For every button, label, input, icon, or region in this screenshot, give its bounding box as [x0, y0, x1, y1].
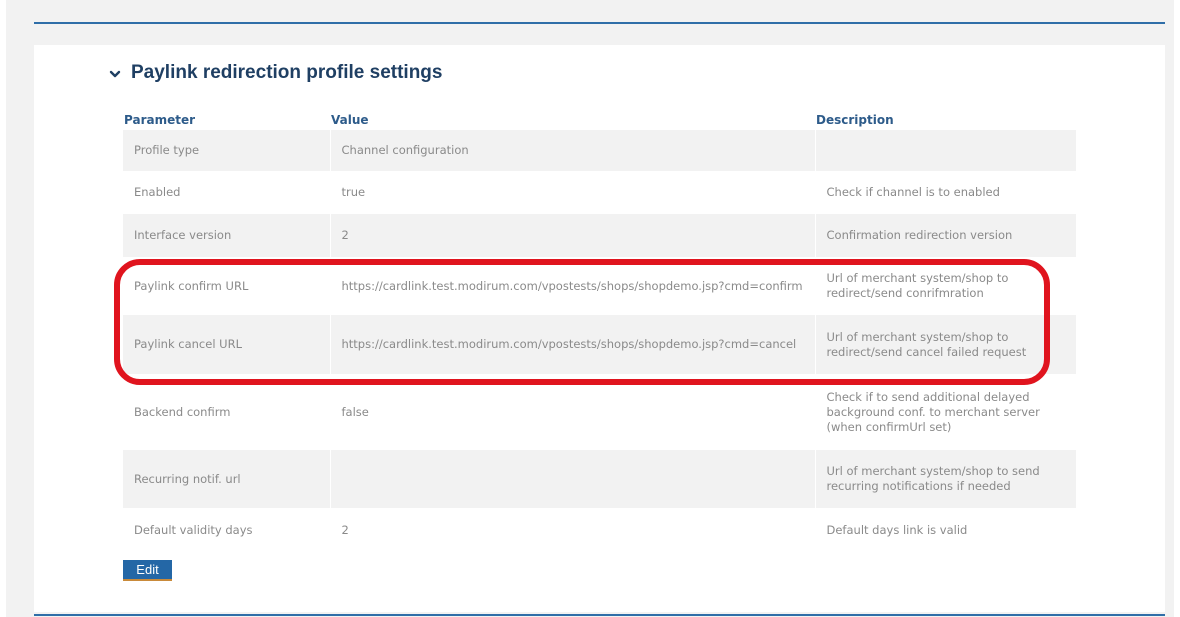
column-header-value: Value	[331, 113, 369, 127]
value-cell	[330, 450, 816, 508]
top-divider	[34, 22, 1165, 24]
description-cell: Check if to send additional delayed back…	[826, 389, 1040, 434]
description-cell: Url of merchant system/shop to redirect/…	[826, 271, 1009, 300]
description-cell: Url of merchant system/shop to send recu…	[815, 450, 1076, 508]
value-cell: 2	[330, 214, 816, 257]
description-cell	[815, 130, 1076, 171]
description-cell: Check if channel is to enabled	[826, 185, 1000, 199]
parameters-table: Parameter Value Description Profile type…	[123, 110, 1076, 553]
table-row: Enabled true Check if channel is to enab…	[123, 171, 1076, 214]
value-cell: true	[330, 171, 816, 214]
table-header-row: Parameter Value Description	[123, 110, 1076, 130]
column-header-description: Description	[816, 113, 894, 127]
table-row: Backend confirm false Check if to send a…	[123, 374, 1076, 450]
table-row: Paylink confirm URL https://cardlink.tes…	[123, 257, 1076, 315]
value-cell: https://cardlink.test.modirum.com/vposte…	[330, 315, 816, 374]
table-row: Default validity days 2 Default days lin…	[123, 508, 1076, 553]
bottom-divider	[34, 614, 1165, 616]
table-row: Paylink cancel URL https://cardlink.test…	[123, 315, 1076, 374]
chevron-down-icon	[109, 67, 121, 79]
parameter-cell: Paylink confirm URL	[123, 257, 331, 315]
parameter-cell: Default validity days	[123, 508, 331, 553]
value-cell: Channel configuration	[330, 130, 816, 171]
value-cell: false	[330, 374, 816, 450]
table-row: Profile type Channel configuration	[123, 130, 1076, 171]
table-row: Recurring notif. url Url of merchant sys…	[123, 450, 1076, 508]
table-row: Interface version 2 Confirmation redirec…	[123, 214, 1076, 257]
parameter-cell: Interface version	[123, 214, 331, 257]
value-cell: 2	[330, 508, 816, 553]
section-toggle[interactable]: Paylink redirection profile settings	[109, 60, 442, 86]
parameter-cell: Recurring notif. url	[123, 450, 331, 508]
parameter-cell: Backend confirm	[123, 374, 331, 450]
section-title: Paylink redirection profile settings	[131, 62, 443, 83]
description-cell: Default days link is valid	[826, 523, 968, 537]
parameter-cell: Paylink cancel URL	[123, 315, 331, 374]
parameter-cell: Enabled	[123, 171, 331, 214]
parameter-cell: Profile type	[123, 130, 331, 171]
description-cell: Confirmation redirection version	[815, 214, 1076, 257]
edit-button[interactable]: Edit	[123, 560, 172, 581]
column-header-parameter: Parameter	[124, 113, 196, 127]
value-cell: https://cardlink.test.modirum.com/vposte…	[330, 257, 816, 315]
description-cell: Url of merchant system/shop to redirect/…	[815, 315, 1076, 374]
